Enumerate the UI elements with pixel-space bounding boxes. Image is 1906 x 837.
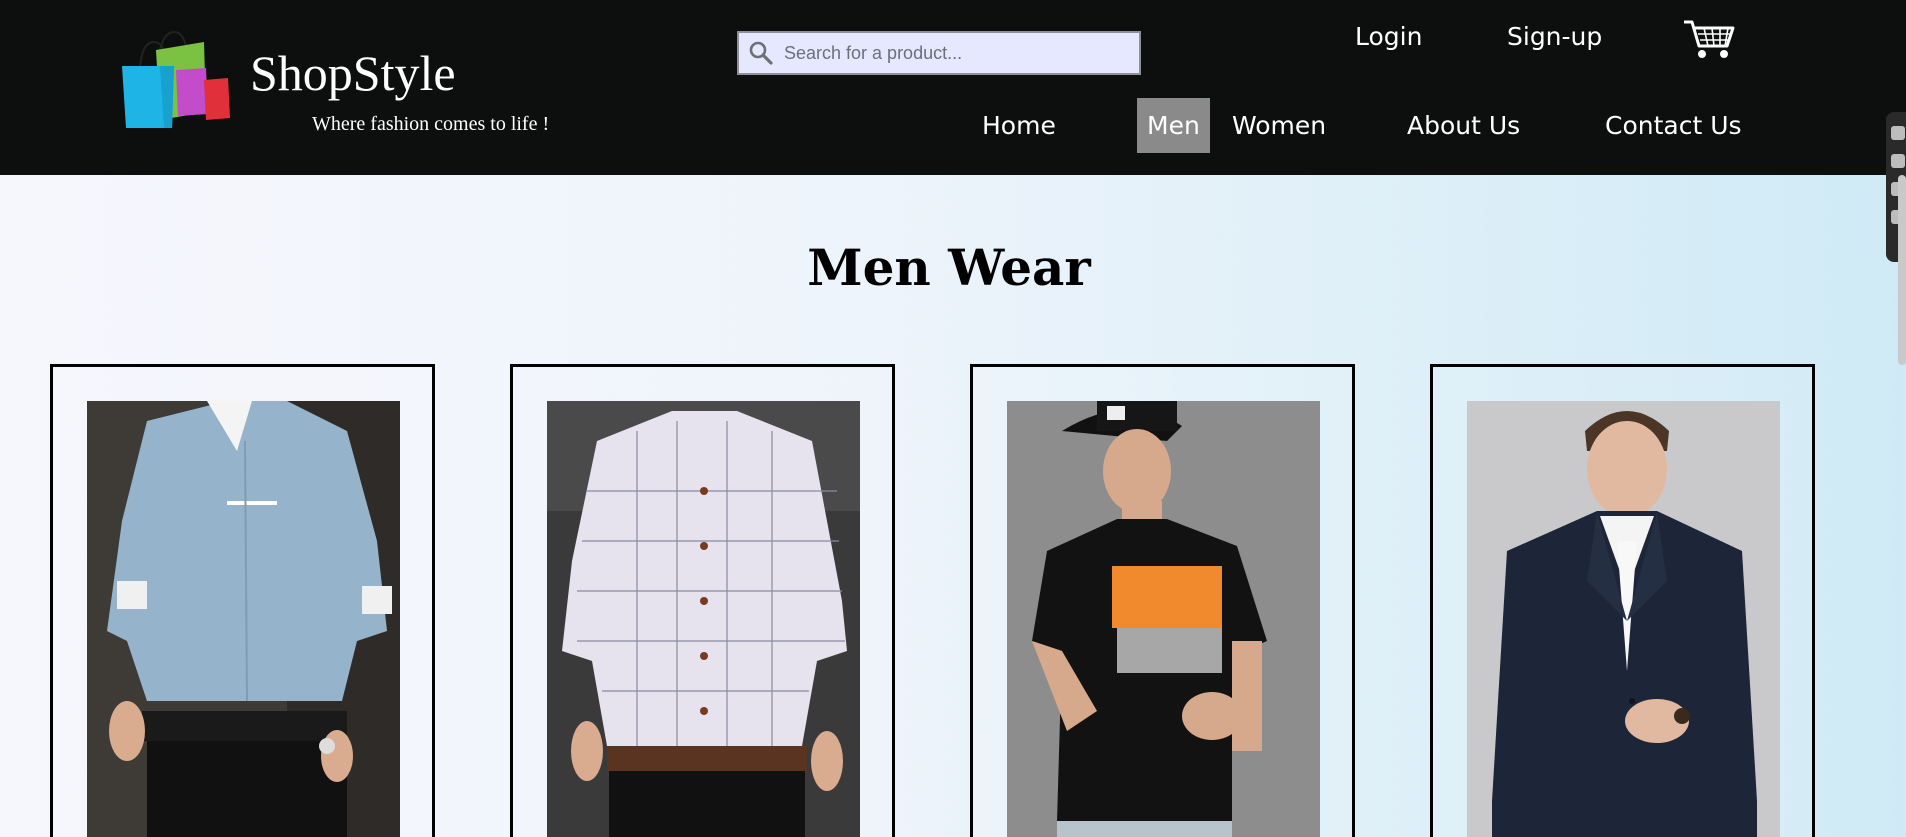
product-image-black-graphic-tshirt[interactable] — [1007, 401, 1320, 837]
search-input[interactable] — [784, 42, 1124, 64]
product-image-light-blue-shirt[interactable] — [87, 401, 400, 837]
product-card[interactable] — [510, 364, 895, 837]
product-card[interactable] — [1430, 364, 1815, 837]
camera-icon[interactable] — [1891, 126, 1905, 140]
site-header: ShopStyle Where fashion comes to life ! … — [0, 0, 1906, 175]
product-image-checked-white-shirt[interactable] — [547, 401, 860, 837]
search-bar[interactable] — [737, 31, 1141, 75]
cart-icon[interactable] — [1682, 18, 1736, 60]
product-image-navy-blazer[interactable] — [1467, 401, 1780, 837]
login-link[interactable]: Login — [1355, 22, 1422, 51]
brand-name[interactable]: ShopStyle — [250, 48, 456, 98]
signup-link[interactable]: Sign-up — [1507, 22, 1602, 51]
nav-women[interactable]: Women — [1232, 98, 1326, 153]
screen-icon[interactable] — [1891, 154, 1905, 168]
section-title: Men Wear — [807, 238, 1091, 297]
shopping-bags-logo-icon[interactable] — [120, 20, 232, 130]
nav-home[interactable]: Home — [982, 98, 1056, 153]
nav-men[interactable]: Men — [1137, 98, 1210, 153]
product-card[interactable] — [50, 364, 435, 837]
product-card[interactable] — [970, 364, 1355, 837]
search-icon[interactable] — [748, 40, 774, 66]
nav-contact-us[interactable]: Contact Us — [1605, 98, 1742, 153]
page-scrollbar[interactable] — [1898, 175, 1906, 365]
nav-about-us[interactable]: About Us — [1407, 98, 1520, 153]
brand-tagline: Where fashion comes to life ! — [312, 113, 550, 135]
